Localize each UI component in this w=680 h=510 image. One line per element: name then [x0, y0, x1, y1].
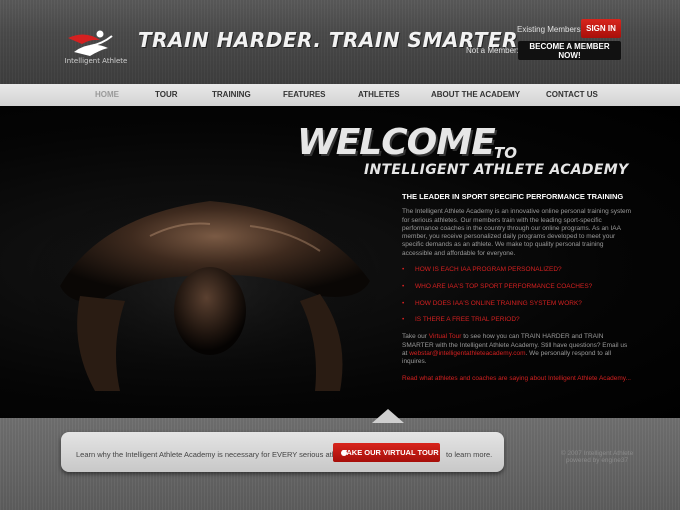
faq-list: HOW IS EACH IAA PROGRAM PERSONALIZED? WH…	[402, 266, 632, 325]
tour-callout-text: Learn why the Intelligent Athlete Academ…	[76, 450, 351, 459]
nav-training[interactable]: TRAINING	[212, 90, 251, 99]
copyright-line-1: © 2007 Intelligent Athlete	[560, 450, 634, 457]
tour-callout: Learn why the Intelligent Athlete Academ…	[61, 432, 504, 472]
logo-text: Intelligent Athlete	[64, 57, 128, 65]
main-nav: HOME TOUR TRAINING FEATURES ATHLETES ABO…	[0, 84, 680, 106]
nav-about[interactable]: ABOUT THE ACADEMY	[431, 90, 520, 99]
nav-features[interactable]: FEATURES	[283, 90, 326, 99]
not-member-label: Not a Member:	[466, 46, 519, 55]
academy-title: INTELLIGENT ATHLETE ACADEMY	[364, 162, 629, 178]
welcome-title: WELCOME	[297, 122, 496, 163]
email-link[interactable]: webstar@intelligentathleteacademy.com	[409, 350, 525, 357]
nav-tour[interactable]: TOUR	[155, 90, 178, 99]
faq-link-personalized[interactable]: HOW IS EACH IAA PROGRAM PERSONALIZED?	[402, 266, 632, 275]
callout-pointer	[372, 409, 404, 423]
become-member-button[interactable]: BECOME A MEMBER NOW!	[518, 41, 621, 60]
content-heading: THE LEADER IN SPORT SPECIFIC PERFORMANCE…	[402, 192, 624, 201]
virtual-tour-link[interactable]: Virtual Tour	[429, 333, 462, 340]
athlete-image	[20, 176, 390, 396]
virtual-tour-button[interactable]: TAKE OUR VIRTUAL TOUR	[333, 443, 440, 462]
testimonials-link[interactable]: Read what athletes and coaches are sayin…	[402, 375, 632, 383]
tour-pre-text: Take our	[402, 333, 429, 341]
main-content: THE LEADER IN SPORT SPECIFIC PERFORMANCE…	[402, 192, 632, 384]
powered-by: powered by engine37	[565, 457, 629, 464]
intro-paragraph: The Intelligent Athlete Academy is an in…	[402, 208, 632, 257]
existing-members-label: Existing Members:	[517, 25, 583, 34]
nav-contact[interactable]: CONTACT US	[546, 90, 598, 99]
faq-link-trial[interactable]: IS THERE A FREE TRIAL PERIOD?	[402, 316, 632, 325]
faq-link-system[interactable]: HOW DOES IAA'S ONLINE TRAINING SYSTEM WO…	[402, 300, 632, 309]
page: Intelligent Athlete TRAIN HARDER. TRAIN …	[0, 0, 680, 510]
nav-athletes[interactable]: ATHLETES	[358, 90, 400, 99]
tour-paragraph: Take our Virtual Tour to see how you can…	[402, 333, 632, 366]
tour-callout-after: to learn more.	[446, 450, 493, 459]
faq-link-coaches[interactable]: WHO ARE IAA'S TOP SPORT PERFORMANCE COAC…	[402, 283, 632, 292]
welcome-to: TO	[494, 144, 517, 162]
nav-home[interactable]: HOME	[95, 90, 119, 99]
sign-in-button[interactable]: SIGN IN	[581, 19, 621, 38]
copyright: © 2007 Intelligent Athlete powered by en…	[542, 450, 652, 464]
play-icon	[341, 450, 347, 456]
